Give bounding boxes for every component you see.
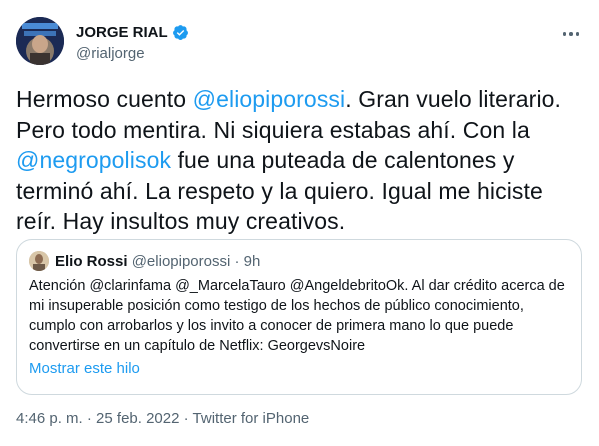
quoted-tweet[interactable]: Elio Rossi @eliopiporossi · 9h Atención … [16,239,582,395]
separator: · [179,410,193,427]
author-name[interactable]: JORGE RIAL [76,24,168,41]
author-avatar[interactable] [16,17,64,65]
quoted-header: Elio Rossi @eliopiporossi · 9h [55,253,260,270]
quoted-text: Atención @clarinfama @_MarcelaTauro @Ang… [29,278,565,354]
author-name-row[interactable]: JORGE RIAL [76,24,189,41]
tweet-time[interactable]: 4:46 p. m. [16,410,83,427]
quoted-author-handle: @eliopiporossi [131,253,231,270]
separator: · [82,410,97,427]
tweet-date[interactable]: 25 feb. 2022 [96,410,179,427]
verified-badge-icon [172,24,189,41]
quoted-author-avatar [29,251,49,271]
dot [569,32,573,36]
tweet-text: Hermoso cuento @eliopiporossi. Gran vuel… [16,84,588,237]
more-options-icon[interactable] [559,24,583,44]
quoted-author-name: Elio Rossi [55,253,128,270]
separator: · [230,253,244,270]
author-handle[interactable]: @rialjorge [76,45,145,62]
tweet-text-segment: Hermoso cuento [16,86,193,112]
mention-link[interactable]: @negropolisok [16,147,171,173]
dot [562,32,567,36]
quoted-time: 9h [243,253,261,270]
mention-link[interactable]: @eliopiporossi [193,86,346,112]
tweet-footer: 4:46 p. m. · 25 feb. 2022 · Twitter for … [16,410,309,427]
dot [575,32,580,36]
show-thread-link[interactable]: Mostrar este hilo [29,360,140,377]
tweet-source[interactable]: Twitter for iPhone [193,410,310,427]
